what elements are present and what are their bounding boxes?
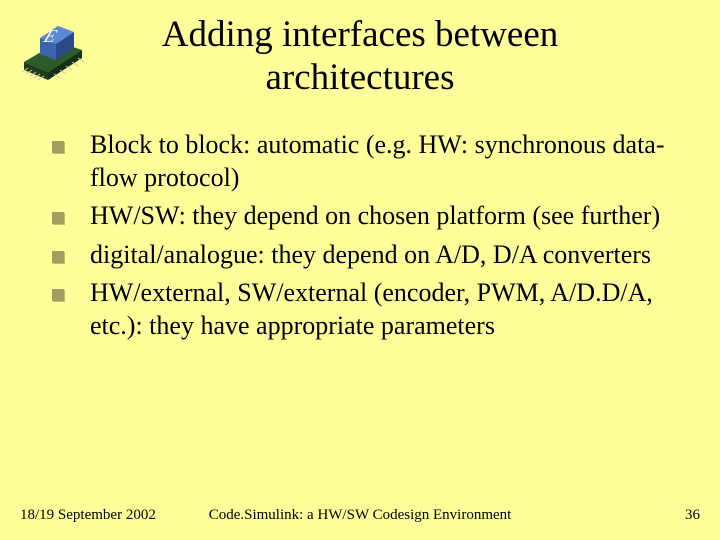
slide-title: Adding interfaces between architectures (0, 0, 720, 99)
list-item: Block to block: automatic (e.g. HW: sync… (52, 129, 668, 194)
footer-date: 18/19 September 2002 (20, 507, 156, 524)
square-bullet-icon (52, 289, 64, 301)
square-bullet-icon (52, 212, 64, 224)
bullet-text: digital/analogue: they depend on A/D, D/… (90, 239, 651, 272)
chip-logo: E (18, 18, 88, 88)
slide: E Adding interfaces between architecture… (0, 0, 720, 540)
bullet-text: HW/SW: they depend on chosen platform (s… (90, 200, 660, 233)
page-number: 36 (685, 507, 700, 524)
bullet-list: Block to block: automatic (e.g. HW: sync… (52, 129, 668, 342)
list-item: HW/SW: they depend on chosen platform (s… (52, 200, 668, 233)
list-item: digital/analogue: they depend on A/D, D/… (52, 239, 668, 272)
slide-footer: 18/19 September 2002 Code.Simulink: a HW… (0, 507, 720, 524)
square-bullet-icon (52, 141, 64, 153)
bullet-text: HW/external, SW/external (encoder, PWM, … (90, 277, 668, 342)
slide-body: Block to block: automatic (e.g. HW: sync… (0, 99, 720, 342)
square-bullet-icon (52, 251, 64, 263)
list-item: HW/external, SW/external (encoder, PWM, … (52, 277, 668, 342)
bullet-text: Block to block: automatic (e.g. HW: sync… (90, 129, 668, 194)
